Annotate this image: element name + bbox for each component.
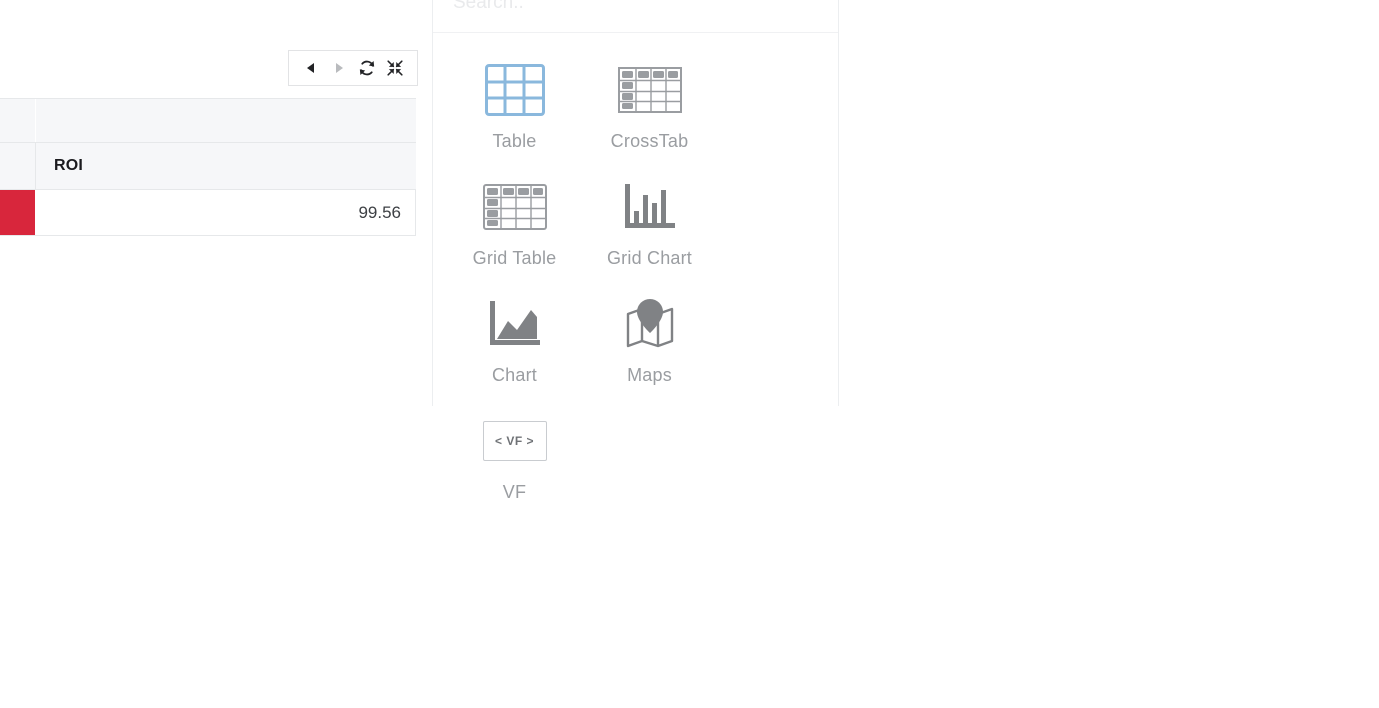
back-arrow-icon [307, 63, 314, 73]
gallery-item-label: VF [502, 482, 527, 502]
crosstab-icon [617, 59, 682, 121]
table-header-row: ROI [0, 143, 416, 190]
gallery-item-label: Table [492, 131, 537, 151]
gallery-item-label: Maps [627, 365, 672, 385]
gallery-item-chart[interactable]: Chart [447, 283, 582, 400]
column-header-roi: ROI [54, 157, 84, 174]
column-divider [35, 143, 36, 189]
gallery-item-grid-chart[interactable]: Grid Chart [582, 166, 717, 283]
gallery-item-label: CrossTab [610, 131, 689, 151]
search-placeholder: Search.. [453, 0, 524, 13]
gallery-item-maps[interactable]: Maps [582, 283, 717, 400]
map-pin-icon [622, 293, 678, 355]
vf-tag-icon: < VF > [482, 410, 547, 472]
table-grid-icon [484, 59, 545, 121]
bar-chart-icon [622, 176, 678, 238]
refresh-icon [359, 60, 375, 76]
gallery-item-label: Grid Chart [606, 248, 693, 268]
gallery-search-bar[interactable]: Search.. [433, 0, 838, 33]
gallery-item-table[interactable]: Table [447, 49, 582, 166]
report-table: ROI l 99.56 [0, 98, 416, 236]
gallery-item-label: Chart [491, 365, 537, 385]
gallery-item-vf[interactable]: < VF > VF [447, 400, 582, 517]
back-button[interactable] [297, 53, 325, 83]
report-toolbar [288, 50, 714, 144]
row-status-indicator: l [0, 190, 35, 235]
forward-arrow-icon [336, 63, 343, 73]
gallery-item-crosstab[interactable]: CrossTab [582, 49, 717, 166]
vf-tag-text: < VF > [494, 434, 535, 448]
visualization-gallery-panel: Search.. Table CrossTab Grid Table Grid … [432, 0, 839, 502]
forward-button[interactable] [325, 53, 353, 83]
table-top-band [0, 98, 416, 143]
area-chart-icon [487, 293, 543, 355]
gallery-items-grid: Table CrossTab Grid Table Grid Chart Cha… [433, 33, 838, 517]
column-divider [35, 99, 36, 142]
table-right-border [415, 190, 416, 235]
vf-tag-box: < VF > [482, 421, 547, 461]
gallery-item-label: Grid Table [472, 248, 557, 268]
exit-fullscreen-icon [387, 60, 403, 76]
refresh-button[interactable] [353, 53, 381, 83]
gallery-item-grid-table[interactable]: Grid Table [447, 166, 582, 283]
report-area: ROI l 99.56 [0, 0, 714, 240]
table-row[interactable]: l 99.56 [0, 190, 416, 236]
grid-table-icon [482, 176, 547, 238]
exit-fullscreen-button[interactable] [381, 53, 409, 83]
cell-roi-value: 99.56 [358, 202, 401, 222]
